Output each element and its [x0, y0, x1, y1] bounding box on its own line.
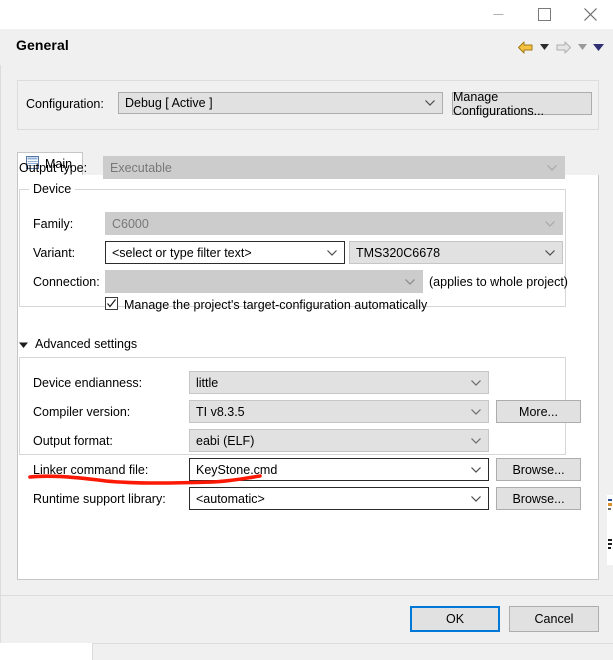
- compiler-version-label: Compiler version:: [33, 405, 130, 419]
- runtime-support-library-input[interactable]: <automatic>: [189, 487, 489, 510]
- dialog-body: Configuration: Debug [ Active ] Manage C…: [0, 65, 613, 595]
- minimize-button[interactable]: [476, 0, 521, 28]
- output-format-select[interactable]: eabi (ELF): [189, 429, 489, 452]
- cancel-button[interactable]: Cancel: [509, 606, 599, 632]
- family-value: C6000: [112, 217, 149, 231]
- dialog-bottom-edge: [0, 643, 613, 660]
- property-page-header: General: [0, 29, 613, 66]
- device-endianness-select[interactable]: little: [189, 371, 489, 394]
- background-window-artifact: [607, 495, 613, 565]
- connection-scope-note: (applies to whole project): [429, 275, 568, 289]
- page-title: General: [16, 37, 69, 53]
- minimize-icon: [493, 9, 504, 20]
- chevron-down-icon: [471, 380, 481, 386]
- auto-manage-target-config-label: Manage the project's target-configuratio…: [124, 298, 427, 312]
- chevron-down-icon: [405, 279, 415, 285]
- configuration-strip: Configuration: Debug [ Active ] Manage C…: [17, 80, 599, 130]
- configuration-label: Configuration:: [26, 97, 104, 111]
- linker-command-file-label: Linker command file:: [33, 463, 148, 477]
- forward-menu-chevron-down-icon[interactable]: [575, 38, 589, 56]
- variant-label: Variant:: [33, 246, 75, 260]
- advanced-settings-toggle[interactable]: Advanced settings: [19, 337, 137, 351]
- compiler-version-select[interactable]: TI v8.3.5: [189, 400, 489, 423]
- advanced-settings-label: Advanced settings: [35, 337, 137, 351]
- output-format-value: eabi (ELF): [196, 434, 254, 448]
- close-icon: [584, 8, 597, 21]
- chevron-down-icon: [471, 409, 481, 415]
- ok-button[interactable]: OK: [410, 606, 500, 632]
- chevron-down-icon: [471, 467, 481, 473]
- window-title-bar: [0, 0, 613, 30]
- chevron-down-icon: [425, 100, 435, 106]
- compiler-more-button[interactable]: More...: [496, 400, 581, 423]
- linker-command-file-input[interactable]: KeyStone.cmd: [189, 458, 489, 481]
- triangle-down-icon: [19, 337, 28, 351]
- chevron-down-icon: [547, 165, 557, 171]
- variant-device-select[interactable]: TMS320C6678: [349, 241, 563, 264]
- checkbox-checked-icon: [105, 297, 118, 313]
- compiler-version-value: TI v8.3.5: [196, 405, 245, 419]
- chevron-down-icon: [545, 221, 555, 227]
- back-menu-chevron-down-icon[interactable]: [537, 38, 551, 56]
- configuration-value: Debug [ Active ]: [125, 96, 213, 110]
- variant-device-value: TMS320C6678: [356, 246, 440, 260]
- output-type-select: Executable: [103, 156, 565, 179]
- connection-select: [105, 270, 423, 293]
- variant-filter-value: <select or type filter text>: [112, 246, 252, 260]
- chevron-down-icon: [327, 250, 337, 256]
- runtime-support-library-label: Runtime support library:: [33, 492, 166, 506]
- maximize-icon: [538, 8, 551, 21]
- device-endianness-value: little: [196, 376, 218, 390]
- family-label: Family:: [33, 217, 73, 231]
- chevron-down-icon: [545, 250, 555, 256]
- runtime-support-library-value: <automatic>: [196, 492, 265, 506]
- navigation-toolbar: [515, 38, 605, 56]
- manage-configurations-button[interactable]: Manage Configurations...: [452, 92, 592, 115]
- family-select: C6000: [105, 212, 563, 235]
- chevron-down-icon: [471, 496, 481, 502]
- output-type-value: Executable: [110, 161, 172, 175]
- linker-browse-button[interactable]: Browse...: [496, 458, 581, 481]
- connection-label: Connection:: [33, 275, 100, 289]
- dialog-footer: OK Cancel: [0, 595, 613, 643]
- configuration-select[interactable]: Debug [ Active ]: [118, 92, 443, 114]
- close-button[interactable]: [568, 0, 613, 28]
- auto-manage-target-config-checkbox[interactable]: Manage the project's target-configuratio…: [105, 297, 427, 313]
- forward-arrow-icon[interactable]: [553, 38, 573, 56]
- more-menu-chevron-down-icon[interactable]: [591, 38, 605, 56]
- maximize-button[interactable]: [522, 0, 567, 28]
- linker-command-file-value: KeyStone.cmd: [196, 463, 277, 477]
- output-type-label: Output type:: [19, 161, 87, 175]
- dialog-bottom-edge-inner: [92, 643, 613, 660]
- chevron-down-icon: [471, 438, 481, 444]
- output-format-label: Output format:: [33, 434, 113, 448]
- device-group-title: Device: [29, 182, 75, 196]
- variant-filter-input[interactable]: <select or type filter text>: [105, 241, 345, 264]
- back-arrow-icon[interactable]: [515, 38, 535, 56]
- device-endianness-label: Device endianness:: [33, 376, 142, 390]
- runtime-browse-button[interactable]: Browse...: [496, 487, 581, 510]
